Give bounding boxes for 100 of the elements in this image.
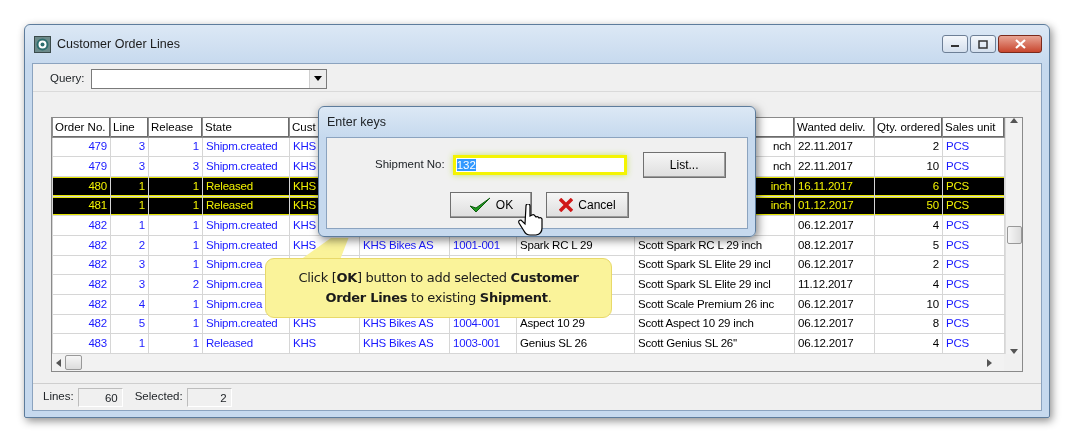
column-header[interactable]: Order No.: [52, 118, 111, 137]
scroll-down-icon: [1010, 349, 1018, 355]
cell-text: 482: [88, 258, 107, 271]
cell-text: 06.12.2017: [798, 218, 854, 231]
dialog-title: Enter keys: [326, 113, 387, 131]
scroll-right-icon: [987, 358, 992, 367]
cell-text: PCS: [946, 218, 970, 231]
cell-text: 11.12.2017: [798, 278, 853, 291]
cell-text: Released: [206, 337, 253, 350]
cell-text: 1: [192, 297, 199, 310]
cell-text: Scott Spark SL Elite 29 incl: [638, 278, 771, 291]
cell-text: KHS: [293, 159, 317, 172]
cell-text: PCS: [946, 238, 970, 251]
scroll-left-icon: [56, 358, 61, 367]
cell-text: 2: [932, 258, 939, 271]
cell-text: 1: [138, 199, 145, 212]
cell-text: Shipm.created: [206, 238, 278, 251]
close-icon: [1014, 39, 1026, 49]
cell-text: 2: [932, 140, 939, 153]
cell-text: 1: [192, 199, 199, 212]
cell-text: 481: [88, 199, 107, 212]
cell-text: Scott Scale Premium 26 inc: [638, 297, 775, 310]
cell-text: Shipm.crea: [206, 258, 263, 271]
cell-text: PCS: [946, 179, 970, 192]
cell-text: 10: [926, 297, 939, 310]
query-dropdown[interactable]: [90, 68, 327, 89]
cell-text: 1: [192, 317, 199, 330]
cell-text: 50: [926, 199, 939, 212]
column-header[interactable]: Release: [148, 118, 203, 137]
cell-text: KHS: [293, 337, 317, 350]
cell-text: KHS Bikes AS: [363, 238, 434, 251]
minimize-button[interactable]: [942, 35, 968, 53]
cell-text: PCS: [946, 278, 970, 291]
cell-text: Released: [206, 199, 253, 212]
cross-icon: [559, 198, 574, 212]
scrollbar-thumb[interactable]: [65, 355, 82, 371]
cancel-button[interactable]: Cancel: [546, 192, 629, 218]
cell-text: PCS: [946, 140, 970, 153]
cell-text: KHS Bikes AS: [363, 317, 434, 330]
cell-text: PCS: [946, 199, 970, 212]
cell-text: 06.12.2017: [798, 297, 854, 310]
cell-text: 3: [138, 278, 145, 291]
cell-text: Genius SL 26: [520, 337, 587, 350]
maximize-button[interactable]: [970, 35, 996, 53]
cell-text: 3: [138, 258, 145, 271]
close-button[interactable]: [998, 35, 1042, 53]
cell-text: Shipm.created: [206, 159, 278, 172]
column-header[interactable]: State: [202, 118, 290, 137]
lines-label: Lines:: [43, 389, 74, 405]
cell-text: Shipm.crea: [206, 278, 263, 291]
window-title: Customer Order Lines: [57, 35, 180, 53]
cell-text: PCS: [946, 258, 970, 271]
cell-text: 4: [932, 278, 939, 291]
cell-text: 2: [138, 238, 145, 251]
vertical-scrollbar[interactable]: [1005, 118, 1022, 355]
cell-text: 482: [88, 218, 107, 231]
cell-text: Scott Genius SL 26'': [638, 337, 738, 350]
cell-text: KHS: [293, 179, 317, 192]
column-header[interactable]: Line: [110, 118, 149, 137]
cell-text: KHS: [293, 317, 317, 330]
cell-text: 479: [88, 140, 107, 153]
cell-text: 1: [192, 179, 199, 192]
lines-count: 60: [77, 387, 123, 407]
cell-text: nch: [773, 140, 791, 153]
cell-text: 1: [192, 337, 199, 350]
check-icon: [468, 197, 491, 213]
app-icon: [34, 35, 51, 53]
cell-text: 8: [932, 317, 939, 330]
selected-count: 2: [186, 387, 232, 407]
cell-text: Scott Spark SL Elite 29 incl: [638, 258, 771, 271]
cell-text: 01.12.2017: [798, 199, 854, 212]
cell-text: Aspect 10 29: [520, 317, 585, 330]
cell-text: 5: [138, 317, 145, 330]
cell-text: 482: [88, 278, 107, 291]
cell-text: 480: [88, 179, 107, 192]
cell-text: KHS Bikes AS: [363, 337, 434, 350]
scrollbar-thumb[interactable]: [1007, 226, 1022, 244]
cell-text: 10: [926, 159, 939, 172]
column-header[interactable]: Sales unit: [942, 118, 1005, 137]
cell-text: 6: [932, 179, 939, 192]
cell-text: 1003-001: [453, 337, 500, 350]
selected-label: Selected:: [134, 389, 183, 405]
cell-text: 3: [138, 140, 145, 153]
field-label: Shipment No:: [375, 157, 445, 173]
cell-text: PCS: [946, 317, 970, 330]
cell-text: 3: [192, 159, 199, 172]
cell-text: PCS: [946, 159, 970, 172]
maximize-icon: [978, 39, 988, 49]
column-header[interactable]: Qty. ordered: [874, 118, 943, 137]
ok-button[interactable]: OK: [450, 192, 532, 218]
list-button[interactable]: List...: [642, 152, 726, 178]
cell-text: nch: [773, 159, 791, 172]
cell-text: 5: [932, 238, 939, 251]
cell-text: 483: [88, 337, 107, 350]
cell-text: 08.12.2017: [798, 238, 854, 251]
query-label: Query:: [50, 70, 85, 86]
column-header[interactable]: Wanted deliv.: [794, 118, 875, 137]
cell-text: KHS: [293, 199, 317, 212]
cell-text: 06.12.2017: [798, 258, 854, 271]
cell-text: Shipm.crea: [206, 297, 263, 310]
